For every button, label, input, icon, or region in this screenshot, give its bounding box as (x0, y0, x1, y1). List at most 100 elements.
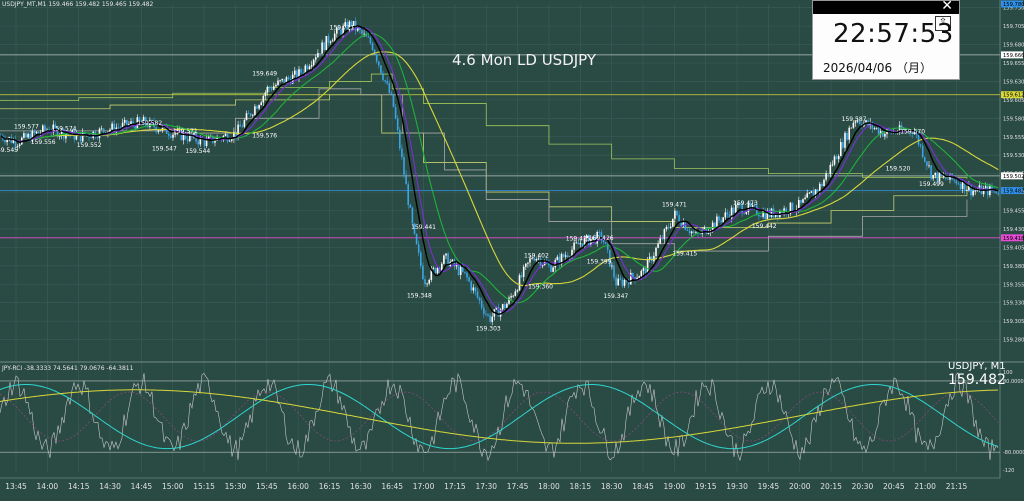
candle (661, 238, 664, 240)
price-tick: 159.680 (1003, 43, 1024, 49)
candle (111, 123, 113, 130)
candle (388, 83, 391, 94)
oscillator-tick: 80.0000 (1003, 379, 1024, 385)
candle (203, 139, 206, 147)
candle (917, 134, 920, 145)
time-tick: 17:45 (507, 482, 529, 491)
candle (312, 59, 315, 66)
candle (396, 118, 399, 131)
candle (258, 105, 260, 109)
candle (676, 210, 678, 216)
candle (90, 137, 92, 139)
time-tick: 15:45 (256, 482, 278, 491)
time-tick: 14:15 (68, 482, 90, 491)
candle (245, 113, 248, 121)
candle (445, 253, 447, 256)
candle (550, 265, 552, 272)
candle (44, 125, 46, 131)
candle (310, 65, 313, 67)
candle (480, 300, 483, 308)
candle (436, 267, 439, 274)
candle (231, 139, 233, 141)
price-axis[interactable]: 159.730159.705159.680159.655159.630159.6… (999, 0, 1024, 501)
price-tag-label: 159.666 (1003, 53, 1024, 59)
price-label: 159.303 (476, 326, 501, 333)
candle (665, 226, 668, 230)
oscillator-tick: -120 (1003, 468, 1014, 474)
candle (548, 263, 550, 266)
candle (953, 179, 955, 181)
candle (67, 133, 69, 135)
candle (323, 42, 325, 51)
candle (65, 133, 67, 139)
time-tick: 17:30 (475, 482, 497, 491)
price-tick: 159.455 (1003, 209, 1024, 215)
candle (825, 173, 827, 180)
oscillator-symbol: USDJPY, M1 (948, 361, 1006, 372)
candle (693, 231, 695, 233)
price-tick: 159.405 (1003, 245, 1024, 251)
candle (930, 165, 932, 179)
candle (375, 54, 378, 62)
candle (810, 191, 813, 193)
candle (243, 120, 246, 127)
candle (575, 242, 577, 244)
time-tick: 19:30 (726, 482, 748, 491)
candle (850, 127, 853, 129)
candle (938, 172, 941, 182)
candle (520, 275, 523, 277)
candle (619, 278, 622, 280)
price-tag-label: 159.418 (1003, 236, 1024, 242)
price-label: 159.649 (252, 70, 277, 77)
candle (852, 122, 855, 128)
price-tag-label: 159.780 (1003, 2, 1024, 8)
candle (510, 296, 512, 298)
candle (401, 148, 403, 158)
candle (483, 307, 485, 314)
price-label: 159.441 (411, 224, 436, 231)
candle (648, 256, 651, 260)
candle (562, 254, 565, 257)
candle (598, 232, 601, 233)
candle (266, 86, 269, 93)
candle (371, 43, 374, 50)
candle (369, 37, 372, 44)
candle (98, 128, 101, 138)
candle (567, 255, 569, 258)
candle (974, 190, 976, 192)
candle (816, 189, 819, 192)
time-tick: 16:45 (381, 482, 403, 491)
candle (638, 276, 640, 278)
candle (831, 164, 834, 166)
clock-title-bar[interactable]: ✕ (813, 0, 959, 14)
candle (802, 199, 804, 203)
candle (33, 130, 36, 134)
candle (281, 78, 283, 81)
candle (411, 207, 414, 224)
candle (25, 133, 27, 138)
time-tick: 15:15 (193, 482, 215, 491)
candle (321, 42, 323, 54)
candle (972, 190, 974, 196)
candle (470, 281, 472, 291)
close-icon[interactable]: ✕ (941, 0, 953, 14)
candle (655, 247, 657, 256)
candle (308, 66, 311, 69)
candle (873, 128, 876, 130)
price-label: 159.347 (603, 293, 628, 300)
candle (512, 295, 514, 297)
candle (197, 141, 199, 145)
price-tick: 159.705 (1003, 24, 1024, 30)
price-label: 159.360 (528, 284, 553, 291)
candle (644, 268, 647, 274)
time-tick: 19:15 (695, 482, 717, 491)
price-label: 159.547 (152, 146, 177, 153)
candle (441, 263, 443, 271)
clock-widget[interactable]: ✕ ⇪ 22:57:53 2026/04/06 （月） (812, 0, 960, 80)
time-tick: 17:15 (444, 482, 466, 491)
candle (474, 287, 477, 292)
candle (96, 137, 99, 139)
price-tick: 159.430 (1003, 227, 1024, 233)
price-tag-label: 159.482 (1003, 189, 1024, 195)
candle (409, 204, 412, 208)
